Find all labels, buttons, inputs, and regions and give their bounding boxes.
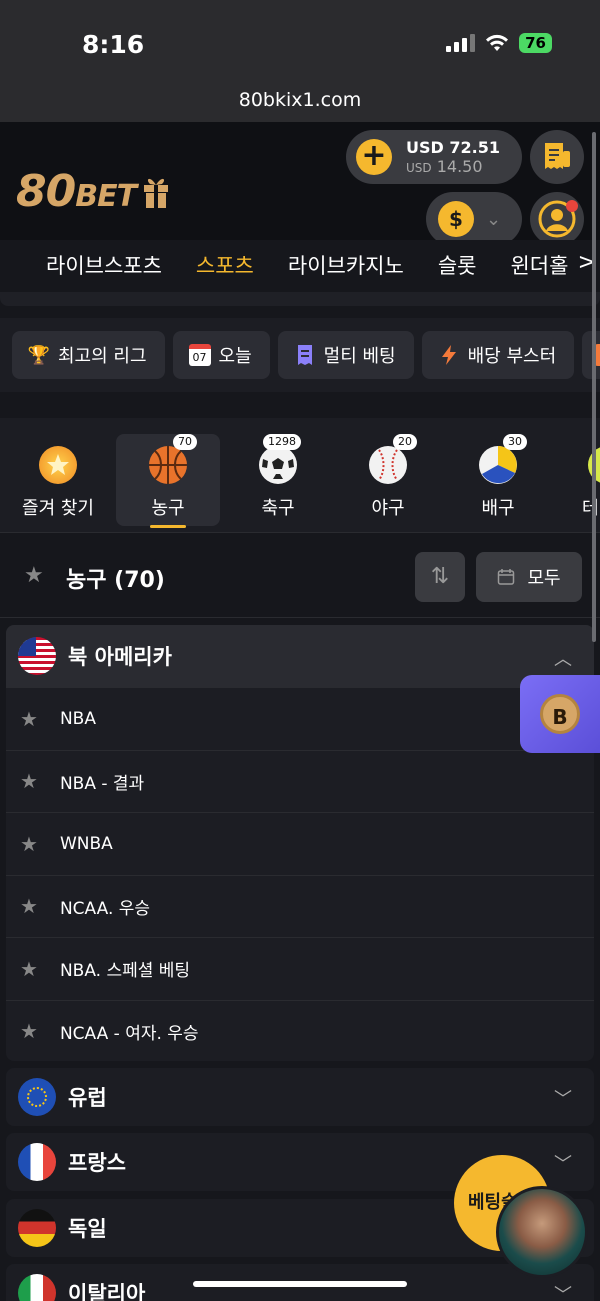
nav-item-wonder[interactable]: 윈더홀 <box>510 250 568 280</box>
tab-volleyball[interactable]: 30 배구 <box>446 434 550 526</box>
wifi-icon <box>486 34 509 51</box>
count-badge: 70 <box>173 434 197 450</box>
usa-flag-icon <box>18 637 56 675</box>
status-icons: 76 <box>446 33 552 53</box>
section-title: 농구 (70) <box>66 568 165 593</box>
count-badge: 1298 <box>263 434 301 450</box>
star-icon <box>39 446 77 484</box>
eu-flag-icon <box>18 1078 56 1116</box>
league-row[interactable]: ★ NCAA. 우승 <box>6 874 594 938</box>
sport-tabs: 즐겨 찾기 70 농구 1298 축구 20 야구 30 배구 테 <box>0 418 600 532</box>
calendar-icon <box>498 569 515 585</box>
count-badge: 20 <box>393 434 417 450</box>
home-indicator[interactable] <box>193 1281 407 1287</box>
nav-item-sports[interactable]: 스포츠 <box>196 250 254 280</box>
sort-button[interactable]: ⇅ <box>415 552 465 602</box>
germany-flag-icon <box>18 1209 56 1247</box>
italy-flag-icon <box>18 1274 56 1301</box>
logo-main: 80 <box>16 166 76 217</box>
soccer-ball-icon: 1298 <box>259 434 301 484</box>
tab-baseball[interactable]: 20 야구 <box>336 434 440 526</box>
deposit-plus-icon[interactable]: + <box>356 139 392 175</box>
chevron-up-icon[interactable]: ︿ <box>554 645 572 671</box>
bet-history-button[interactable] <box>530 130 584 184</box>
nav-item-live-casino[interactable]: 라이브카지노 <box>288 250 404 280</box>
region-north-america: 북 아메리카 ︿ ★ NBA ★ NBA - 결과 ★ WNBA ★ NCAA. 우승 … <box>6 625 594 1061</box>
region-europe[interactable]: 유럽 ﹀ <box>6 1068 594 1126</box>
ticket-icon <box>297 345 312 365</box>
url-bar[interactable]: 80bkix1.com <box>0 86 600 122</box>
chevron-down-icon[interactable]: ﹀ <box>554 1085 572 1111</box>
chip-today[interactable]: 07 오늘 <box>172 331 270 379</box>
site-header: 80BET + USD 72.51 USD 14.50 $ ⌄ <box>0 122 600 257</box>
logo[interactable]: 80BET <box>16 166 170 217</box>
active-tab-indicator <box>150 525 186 528</box>
league-row[interactable]: ★ NBA - 결과 <box>6 749 594 813</box>
tab-soccer[interactable]: 1298 축구 <box>226 434 330 526</box>
tab-favorites[interactable]: 즐겨 찾기 <box>6 434 110 526</box>
quick-filter-bar: 🏆 최고의 리그 07 오늘 멀티 베팅 배당 부스터 <box>0 318 600 392</box>
chevron-down-icon[interactable]: ﹀ <box>554 1281 572 1301</box>
star-icon[interactable]: ★ <box>20 769 38 793</box>
league-row[interactable]: ★ WNBA <box>6 812 594 875</box>
star-icon[interactable]: ★ <box>20 832 38 856</box>
cellular-signal-icon <box>446 34 476 52</box>
france-flag-icon <box>18 1143 56 1181</box>
volleyball-icon: 30 <box>479 434 527 484</box>
league-row[interactable]: ★ NCAA - 여자. 우승 <box>6 999 594 1062</box>
sort-arrows-icon: ⇅ <box>430 564 450 589</box>
notification-dot <box>566 200 578 212</box>
tab-basketball[interactable]: 70 농구 <box>116 434 220 528</box>
star-icon[interactable]: ★ <box>20 707 38 731</box>
chip-top-leagues[interactable]: 🏆 최고의 리그 <box>12 331 165 379</box>
star-icon[interactable]: ★ <box>24 563 44 588</box>
section-header: ★ 농구 (70) ⇅ 모두 <box>0 532 600 618</box>
trophy-icon: 🏆 <box>27 344 51 366</box>
gift-icon[interactable] <box>142 175 170 209</box>
star-icon[interactable]: ★ <box>20 894 38 918</box>
bonus-button[interactable]: B <box>520 675 600 753</box>
currency-selector[interactable]: $ ⌄ <box>426 192 522 246</box>
receipt-icon <box>545 143 570 169</box>
main-nav: 라이브스포츠 스포츠 라이브카지노 슬롯 윈더홀 > <box>0 240 600 306</box>
profile-button[interactable] <box>530 192 584 246</box>
balance-widget[interactable]: + USD 72.51 USD 14.50 <box>346 130 522 184</box>
basketball-icon: 70 <box>149 434 197 484</box>
chevron-down-icon[interactable]: ﹀ <box>554 1150 572 1176</box>
nav-more-chevron-icon[interactable]: > <box>578 250 600 275</box>
count-badge: 30 <box>503 434 527 450</box>
battery-indicator: 76 <box>519 33 552 53</box>
region-header[interactable]: 북 아메리카 ︿ <box>6 625 594 687</box>
nav-item-slots[interactable]: 슬롯 <box>438 250 477 280</box>
clock: 8:16 <box>82 30 145 59</box>
chip-odds-booster[interactable]: 배당 부스터 <box>421 331 575 379</box>
chevron-down-icon: ⌄ <box>486 208 502 230</box>
star-icon[interactable]: ★ <box>20 957 38 981</box>
logo-sub: BET <box>75 179 137 214</box>
scrollbar[interactable] <box>592 132 596 642</box>
status-bar: 8:16 76 <box>0 0 600 86</box>
baseball-icon: 20 <box>369 434 417 484</box>
nav-item-live-sports[interactable]: 라이브스포츠 <box>46 250 162 280</box>
bonus-coin-icon: B <box>540 694 580 734</box>
star-icon[interactable]: ★ <box>20 1019 38 1043</box>
league-row[interactable]: ★ NBA <box>6 687 594 750</box>
boost-icon <box>441 345 456 365</box>
league-row[interactable]: ★ NBA. 스페셜 베팅 <box>6 937 594 1000</box>
date-filter-button[interactable]: 모두 <box>476 552 582 602</box>
dollar-coin-icon: $ <box>438 201 474 237</box>
balance-bonus: USD 14.50 <box>406 157 483 176</box>
support-agent-avatar[interactable] <box>496 1186 588 1278</box>
calendar-icon: 07 <box>188 344 211 366</box>
chip-multi-bet[interactable]: 멀티 베팅 <box>277 331 414 379</box>
balance-main: USD 72.51 <box>406 137 500 157</box>
